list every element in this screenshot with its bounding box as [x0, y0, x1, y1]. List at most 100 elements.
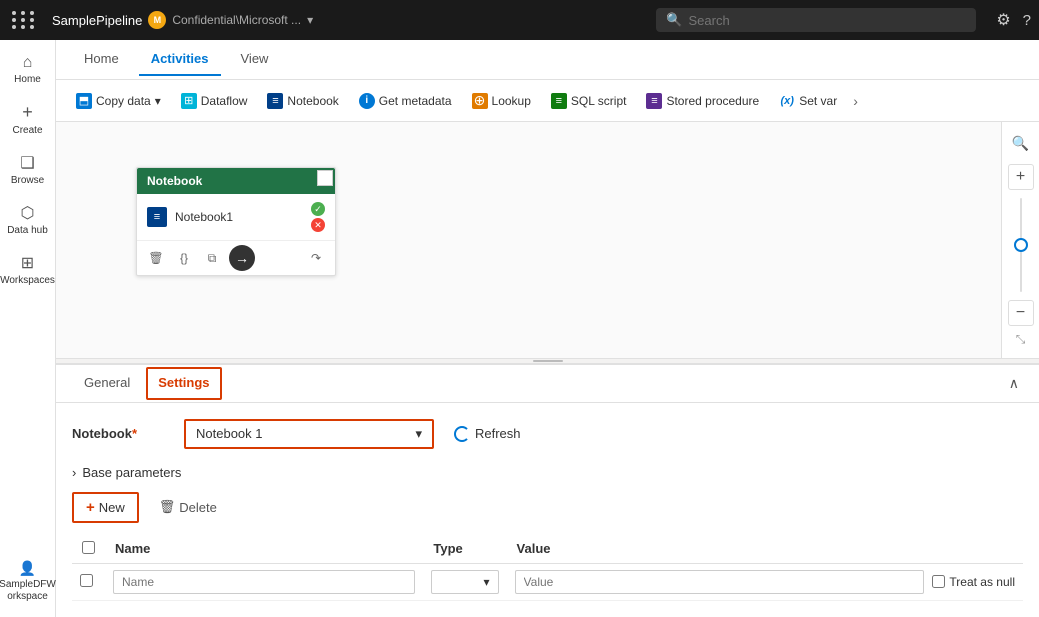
notebook-activity-node[interactable]: Notebook ⤢ ≡ Notebook1 ✓ ✕ 🗑 {} [136, 167, 336, 276]
fit-canvas-button[interactable]: ⤡ [1011, 330, 1031, 350]
activity-lookup[interactable]: ⊕ Lookup [464, 89, 539, 113]
activity-copy-data[interactable]: ⬒ Copy data ▾ [68, 89, 169, 113]
node-copy-button[interactable]: ⧉ [201, 247, 223, 269]
activity-stored-procedure[interactable]: ≡ Stored procedure [638, 89, 767, 113]
more-activities-button[interactable]: › [849, 89, 862, 113]
settings-panel: General Settings ∧ Notebook* Notebook 1 … [56, 364, 1039, 617]
settings-collapse-button[interactable]: ∧ [1005, 371, 1023, 396]
refresh-button[interactable]: Refresh [446, 421, 529, 447]
activity-notebook[interactable]: ≡ Notebook [259, 89, 346, 113]
sidebar-item-create[interactable]: + Create [2, 96, 54, 143]
delete-parameter-button[interactable]: 🗑 Delete [147, 494, 229, 520]
zoom-controls: 🔍 + − ⤡ [1001, 122, 1039, 358]
workspace-chevron[interactable]: ▾ [307, 13, 313, 27]
help-icon[interactable]: ? [1023, 12, 1031, 29]
get-metadata-icon: i [359, 93, 375, 109]
sidebar-item-home[interactable]: ⌂ Home [2, 48, 54, 92]
delete-icon: 🗑 [159, 499, 176, 515]
create-icon: + [22, 102, 33, 123]
lookup-label: Lookup [492, 94, 531, 108]
node-run-button[interactable]: → [229, 245, 255, 271]
zoom-in-button[interactable]: + [1008, 164, 1034, 190]
datahub-icon: ⬡ [21, 203, 35, 223]
zoom-out-button[interactable]: − [1008, 300, 1034, 326]
browse-icon: ❑ [20, 153, 34, 173]
sidebar-label-datahub: Data hub [7, 225, 48, 237]
zoom-slider-thumb[interactable] [1014, 238, 1028, 252]
set-var-icon: (x) [779, 93, 795, 109]
copy-data-icon: ⬒ [76, 93, 92, 109]
node-resize-handle[interactable]: ⤢ [317, 170, 333, 186]
dataflow-icon: ⊞ [181, 93, 197, 109]
tab-activities[interactable]: Activities [139, 43, 221, 76]
settings-tab-general[interactable]: General [72, 367, 142, 400]
activity-set-var[interactable]: (x) Set var [771, 89, 845, 113]
value-cell: Treat as null [507, 564, 1023, 601]
refresh-icon [454, 426, 470, 442]
settings-tab-settings[interactable]: Settings [146, 367, 221, 400]
stored-procedure-icon: ≡ [646, 93, 662, 109]
col-checkbox [72, 535, 105, 564]
pipeline-canvas[interactable]: Notebook ⤢ ≡ Notebook1 ✓ ✕ 🗑 {} [56, 122, 999, 358]
name-input[interactable] [113, 570, 415, 594]
sidebar-item-browse[interactable]: ❑ Browse [2, 147, 54, 193]
pipeline-canvas-area: Notebook ⤢ ≡ Notebook1 ✓ ✕ 🗑 {} [56, 122, 1039, 358]
select-all-checkbox[interactable] [82, 541, 95, 554]
activity-get-metadata[interactable]: i Get metadata [351, 89, 460, 113]
search-icon: 🔍 [666, 12, 682, 28]
node-title: Notebook [147, 174, 202, 188]
sidebar-label-workspaces: Workspaces [0, 275, 55, 287]
delete-button-label: Delete [179, 500, 217, 515]
type-select[interactable]: ▾ [431, 570, 498, 594]
workspaces-icon: ⊞ [21, 253, 34, 273]
notebook-icon: ≡ [267, 93, 283, 109]
app-launcher[interactable] [8, 7, 40, 33]
treat-as-null-text: Treat as null [949, 575, 1015, 589]
pipeline-name: SamplePipeline [52, 13, 142, 28]
col-type: Type [423, 535, 506, 564]
node-delete-button[interactable]: 🗑 [145, 247, 167, 269]
node-more-button[interactable]: ↷ [305, 247, 327, 269]
new-parameter-button[interactable]: + New [72, 492, 139, 523]
tab-home[interactable]: Home [72, 43, 131, 76]
base-parameters-label: Base parameters [82, 465, 181, 480]
type-chevron: ▾ [484, 575, 490, 589]
topbar: SamplePipeline M Confidential\Microsoft … [0, 0, 1039, 40]
required-marker: * [132, 426, 137, 441]
status-fail-icon: ✕ [311, 218, 325, 232]
sidebar-item-datahub[interactable]: ⬡ Data hub [2, 197, 54, 243]
sidebar-label-create: Create [12, 125, 42, 137]
treat-as-null-label: Treat as null [932, 575, 1015, 589]
workspace-label: Confidential\Microsoft ... [172, 13, 301, 27]
col-value: Value [507, 535, 1023, 564]
search-bar[interactable]: 🔍 [656, 8, 976, 32]
node-code-button[interactable]: {} [173, 247, 195, 269]
activity-toolbar: ⬒ Copy data ▾ ⊞ Dataflow ≡ Notebook i Ge… [56, 80, 1039, 122]
notebook-value: Notebook 1 [196, 426, 263, 441]
row-checkbox[interactable] [80, 574, 93, 587]
sql-script-icon: ≡ [551, 93, 567, 109]
stored-procedure-label: Stored procedure [666, 94, 759, 108]
copy-data-label: Copy data [96, 94, 151, 108]
main-content: Home Activities View ⬒ Copy data ▾ ⊞ Dat… [56, 40, 1039, 617]
sidebar-item-sampledfw[interactable]: 👤 SampleDFW orkspace [2, 554, 54, 609]
settings-icon[interactable]: ⚙ [996, 10, 1010, 30]
notebook-select[interactable]: Notebook 1 ▾ [184, 419, 434, 449]
treat-as-null-checkbox[interactable] [932, 575, 945, 588]
settings-tabs-left: General Settings [72, 367, 222, 400]
canvas-search-button[interactable]: 🔍 [1008, 130, 1034, 156]
tab-view[interactable]: View [229, 43, 281, 76]
table-row: ▾ Treat as null [72, 563, 1023, 601]
notebook-form-row: Notebook* Notebook 1 ▾ Refresh [72, 419, 1023, 449]
sidebar-item-workspaces[interactable]: ⊞ Workspaces [2, 247, 54, 293]
dataflow-label: Dataflow [201, 94, 248, 108]
node-body: ≡ Notebook1 ✓ ✕ [137, 194, 335, 240]
value-input[interactable] [515, 570, 925, 594]
sidebar: ⌂ Home + Create ❑ Browse ⬡ Data hub ⊞ Wo… [0, 40, 56, 617]
activity-dataflow[interactable]: ⊞ Dataflow [173, 89, 256, 113]
activity-sql-script[interactable]: ≡ SQL script [543, 89, 635, 113]
search-input[interactable] [689, 13, 967, 28]
user-icon: 👤 [19, 560, 36, 577]
sidebar-label-home: Home [14, 74, 41, 86]
base-parameters-header[interactable]: › Base parameters [72, 465, 1023, 480]
